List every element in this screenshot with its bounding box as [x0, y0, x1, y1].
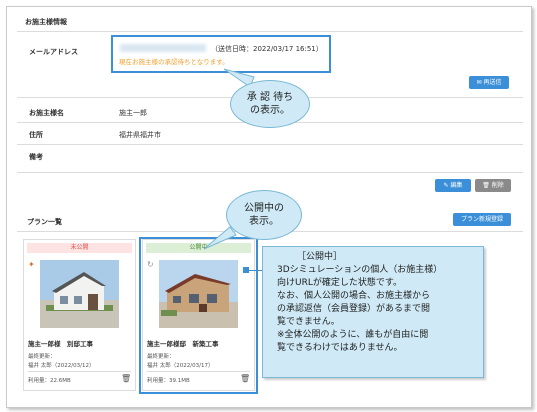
- email-label: メールアドレス: [29, 48, 78, 56]
- note-label: 備考: [29, 153, 43, 161]
- trash-icon: 🗑: [482, 182, 490, 189]
- trash-icon[interactable]: 🗑: [240, 374, 250, 383]
- section-title-customer-info: お施主様情報: [25, 18, 67, 26]
- plan-image-house-1: [40, 260, 119, 328]
- email-status-text: 現在お施主様の承認待ちとなります。: [119, 58, 229, 66]
- delete-button[interactable]: 🗑 削除: [475, 179, 511, 192]
- edit-button[interactable]: ✎ 編集: [435, 179, 471, 192]
- plan-image-house-2: [159, 260, 238, 328]
- plan-card-unpublished[interactable]: 未公開 ✦ 施主一郎様 別邸工事 最終更新： 福井 太郎（2022/03/12）…: [23, 239, 136, 391]
- plan-title-1: 施主一郎様 別邸工事: [28, 340, 93, 348]
- plan-card-published[interactable]: 公開中 ↻ 施主一郎様邸 新築工事 最終更新： 福井 太郎（2022/03/17…: [142, 239, 255, 391]
- callout-public-status: 公開中の 表示。: [226, 190, 302, 240]
- address-label: 住所: [29, 131, 43, 139]
- updated-value-1: 福井 太郎（2022/03/12）: [28, 363, 95, 369]
- pencil-icon: ✎: [443, 182, 449, 189]
- connector-line: [247, 270, 263, 271]
- updated-value-2: 福井 太郎（2022/03/17）: [147, 363, 214, 369]
- updated-label-1: 最終更新：: [28, 354, 56, 360]
- resend-button[interactable]: ✉ 再送信: [469, 76, 509, 89]
- email-sent-date: （送信日時：2022/03/17 16:51）: [211, 45, 323, 53]
- refresh-icon: ↻: [147, 260, 154, 269]
- updated-label-2: 最終更新：: [147, 354, 175, 360]
- plan-list-title: プラン一覧: [27, 218, 62, 226]
- usage-1: 利用量：22.6MB: [28, 378, 71, 384]
- share-icon: ✦: [28, 260, 35, 269]
- customer-name-label: お施主様名: [29, 109, 64, 117]
- trash-icon[interactable]: 🗑: [121, 374, 131, 383]
- plan-title-2: 施主一郎様邸 新築工事: [147, 340, 219, 348]
- connector-marker: [243, 267, 249, 273]
- published-explanation-note: ［公開中］ 3Dシミュレーションの個人（お施主様） 向けURLが確定した状態です…: [262, 246, 484, 378]
- callout-approval-waiting: 承 認 待ち の表示。: [230, 80, 310, 128]
- status-badge-unpublished: 未公開: [27, 243, 132, 253]
- address-value: 福井県福井市: [119, 131, 161, 139]
- new-plan-button[interactable]: プラン新規登録: [453, 213, 511, 226]
- mail-icon: ✉: [476, 79, 482, 86]
- usage-2: 利用量：39.1MB: [147, 378, 190, 384]
- customer-name-value: 施主一郎: [119, 109, 147, 117]
- blurred-email-address: [120, 44, 206, 52]
